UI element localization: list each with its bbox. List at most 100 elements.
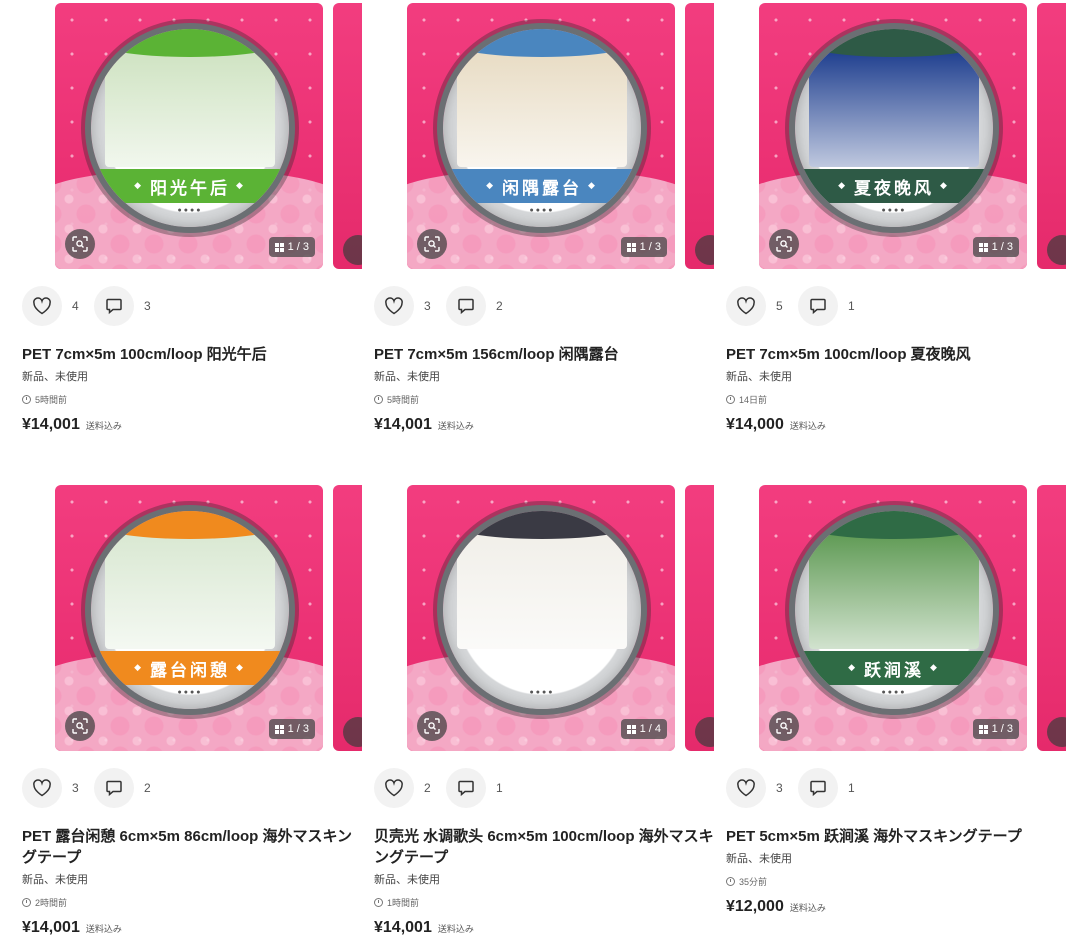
like-count: 3 (424, 299, 431, 313)
clock-icon (726, 877, 735, 886)
image-counter-text: 1 / 3 (991, 723, 1013, 735)
next-image-peek[interactable] (685, 485, 714, 751)
comment-button[interactable] (94, 768, 134, 808)
comment-button[interactable] (446, 286, 486, 326)
product-card[interactable]: 阳光午后 ●●●● 1 / 3 (22, 0, 362, 434)
product-title[interactable]: PET 7cm×5m 156cm/loop 闲隅露台 (374, 344, 714, 365)
comment-icon (810, 780, 826, 797)
product-image[interactable]: 闲隅露台 ●●●● 1 / 3 (407, 3, 675, 269)
image-counter: 1 / 3 (268, 237, 315, 257)
like-button[interactable] (374, 768, 414, 808)
tape-dots: ●●●● (529, 207, 555, 214)
product-title[interactable]: PET 5cm×5m 跃涧溪 海外マスキングテープ (726, 826, 1066, 847)
product-card[interactable]: 夏夜晚风 ●●●● 1 / 3 (726, 0, 1066, 434)
comment-count: 1 (848, 781, 855, 795)
condition-label: 新品、未使用 (726, 853, 792, 865)
comment-button[interactable] (446, 768, 486, 808)
like-count: 5 (776, 299, 783, 313)
heart-icon (33, 297, 51, 315)
image-counter: 1 / 3 (972, 719, 1019, 739)
product-card[interactable]: ●●●● 1 / 4 2 1 贝壳光 水调歌头 6cm×5m 100cm/loo… (374, 482, 714, 937)
product-title[interactable]: PET 7cm×5m 100cm/loop 夏夜晚风 (726, 344, 1066, 365)
like-button[interactable] (22, 286, 62, 326)
image-carousel[interactable]: 闲隅露台 ●●●● 1 / 3 (374, 0, 714, 272)
heart-icon (385, 297, 403, 315)
condition-label: 新品、未使用 (22, 874, 88, 886)
visual-search-button[interactable] (65, 229, 95, 259)
next-image-peek[interactable] (685, 3, 714, 269)
tape-illustration (105, 533, 275, 649)
like-button[interactable] (22, 768, 62, 808)
listing-time-text: 35分前 (739, 877, 768, 887)
tape-illustration (809, 51, 979, 167)
like-count: 2 (424, 781, 431, 795)
shipping-note: 送料込み (437, 924, 474, 934)
price: ¥14,001 (22, 919, 80, 936)
washi-tape-roll: 跃涧溪 ●●●● (795, 511, 993, 709)
visual-search-button[interactable] (769, 711, 799, 741)
shipping-note: 送料込み (789, 903, 826, 913)
listing-time: 5時間前 (22, 393, 362, 406)
product-image[interactable]: 露台闲憩 ●●●● 1 / 3 (55, 485, 323, 751)
next-visual-search-icon (343, 717, 362, 747)
card-actions: 5 1 (726, 284, 1066, 328)
image-carousel[interactable]: 露台闲憩 ●●●● 1 / 3 (22, 482, 362, 754)
comment-count: 3 (144, 299, 151, 313)
price-row: ¥14,001 送料込み (22, 919, 362, 937)
product-card[interactable]: 闲隅露台 ●●●● 1 / 3 (374, 0, 714, 434)
condition-label: 新品、未使用 (22, 371, 88, 383)
gallery-grid-icon (978, 724, 988, 734)
comment-button[interactable] (798, 286, 838, 326)
image-counter: 1 / 3 (268, 719, 315, 739)
price: ¥12,000 (726, 898, 784, 915)
image-carousel[interactable]: ●●●● 1 / 4 (374, 482, 714, 754)
like-button[interactable] (726, 768, 766, 808)
image-carousel[interactable]: 阳光午后 ●●●● 1 / 3 (22, 0, 362, 272)
product-title[interactable]: PET 7cm×5m 100cm/loop 阳光午后 (22, 344, 362, 365)
clock-icon (374, 395, 383, 404)
next-image-peek[interactable] (1037, 485, 1066, 751)
like-count: 3 (72, 781, 79, 795)
washi-tape-roll: 露台闲憩 ●●●● (91, 511, 289, 709)
tape-dots: ●●●● (881, 207, 907, 214)
washi-tape-roll: 夏夜晚风 ●●●● (795, 29, 993, 227)
comment-button[interactable] (94, 286, 134, 326)
product-title[interactable]: PET 露台闲憩 6cm×5m 86cm/loop 海外マスキングテープ (22, 826, 362, 868)
tape-label: 夏夜晚风 (795, 169, 993, 203)
visual-search-button[interactable] (769, 229, 799, 259)
visual-search-button[interactable] (65, 711, 95, 741)
product-image[interactable]: 跃涧溪 ●●●● 1 / 3 (759, 485, 1027, 751)
price-row: ¥14,001 送料込み (374, 416, 714, 434)
next-image-peek[interactable] (1037, 3, 1066, 269)
heart-icon (737, 779, 755, 797)
next-visual-search-icon (1047, 235, 1066, 265)
like-button[interactable] (726, 286, 766, 326)
product-image[interactable]: 阳光午后 ●●●● 1 / 3 (55, 3, 323, 269)
visual-search-icon (72, 718, 88, 734)
price-row: ¥14,001 送料込み (22, 416, 362, 434)
next-image-peek[interactable] (333, 485, 362, 751)
product-image[interactable]: 夏夜晚风 ●●●● 1 / 3 (759, 3, 1027, 269)
image-carousel[interactable]: 跃涧溪 ●●●● 1 / 3 (726, 482, 1066, 754)
image-counter: 1 / 3 (620, 237, 667, 257)
product-image[interactable]: ●●●● 1 / 4 (407, 485, 675, 751)
visual-search-button[interactable] (417, 229, 447, 259)
like-button[interactable] (374, 286, 414, 326)
image-counter-text: 1 / 3 (287, 241, 309, 253)
product-card[interactable]: 露台闲憩 ●●●● 1 / 3 (22, 482, 362, 937)
tape-label: 露台闲憩 (91, 651, 289, 685)
visual-search-button[interactable] (417, 711, 447, 741)
washi-tape-roll: 阳光午后 ●●●● (91, 29, 289, 227)
price: ¥14,000 (726, 416, 784, 433)
clock-icon (22, 898, 31, 907)
tape-label: 跃涧溪 (795, 651, 993, 685)
price: ¥14,001 (374, 919, 432, 936)
image-carousel[interactable]: 夏夜晚风 ●●●● 1 / 3 (726, 0, 1066, 272)
product-title[interactable]: 贝壳光 水调歌头 6cm×5m 100cm/loop 海外マスキングテープ (374, 826, 714, 868)
product-card[interactable]: 跃涧溪 ●●●● 1 / 3 (726, 482, 1066, 916)
clock-icon (726, 395, 735, 404)
comment-button[interactable] (798, 768, 838, 808)
shipping-note: 送料込み (789, 421, 826, 431)
listing-time-text: 5時間前 (387, 395, 420, 405)
next-image-peek[interactable] (333, 3, 362, 269)
